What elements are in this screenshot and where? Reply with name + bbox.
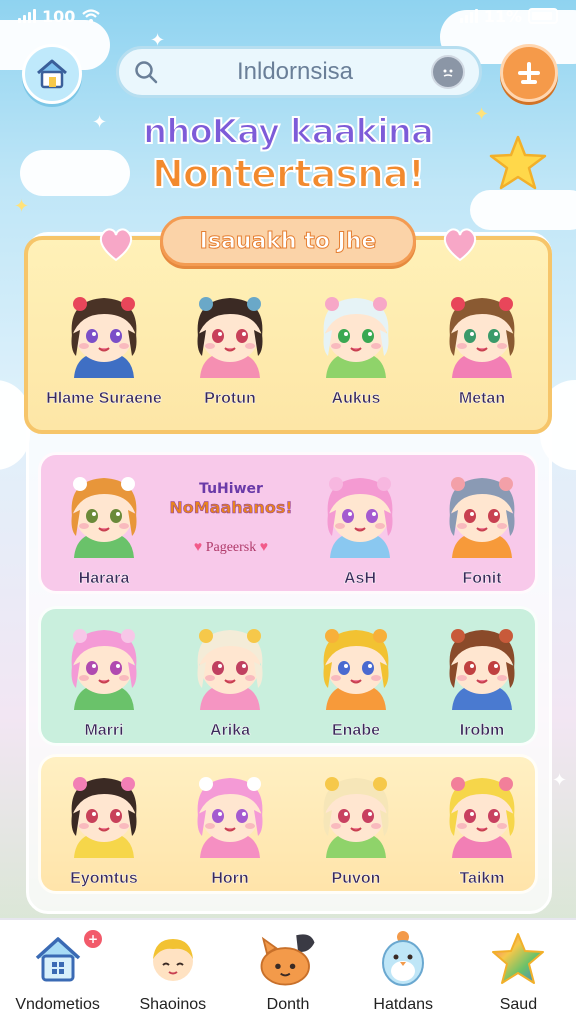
character-name: Harara <box>78 570 130 588</box>
character-avatar <box>197 629 263 710</box>
character-name: Aukus <box>331 390 381 408</box>
character-avatar <box>449 297 515 378</box>
character-card[interactable]: Metan <box>424 280 540 420</box>
sparkle-icon: ✦ <box>552 770 568 791</box>
signal-icon <box>459 9 478 23</box>
character-name: Arika <box>209 722 251 740</box>
signal-icon <box>18 9 36 23</box>
character-card[interactable]: Horn <box>172 760 288 900</box>
character-avatar <box>71 777 137 858</box>
character-card[interactable]: Protun <box>172 280 288 420</box>
character-avatar <box>71 477 137 558</box>
sparkle-icon: ✦ <box>14 196 30 217</box>
nav-label: Hatdans <box>373 996 433 1013</box>
heart-icon: ♥ <box>259 540 269 555</box>
section-header-button[interactable]: Isauakh to Jhe <box>160 216 416 266</box>
character-card[interactable]: Fonit <box>424 460 540 600</box>
character-card[interactable]: Puvon <box>298 760 414 900</box>
character-card[interactable]: Marri <box>46 612 162 752</box>
app-title: nhoKay kaakina Nontertasna! <box>120 111 456 208</box>
search-bar[interactable]: Inldornsisa <box>116 46 482 98</box>
add-button[interactable] <box>500 44 558 102</box>
wifi-icon <box>82 9 101 23</box>
nav-item-saved[interactable]: Saud <box>461 920 576 1024</box>
character-avatar <box>71 629 137 710</box>
character-name: Marri <box>84 722 124 740</box>
promo-title-line-1: TuHiwer <box>199 481 263 497</box>
bird-figure-icon <box>371 928 435 990</box>
battery-icon <box>528 8 558 24</box>
character-name: Irobm <box>459 722 505 740</box>
character-card[interactable]: AsH <box>302 460 418 600</box>
heart-icon <box>99 228 133 262</box>
star-icon <box>489 135 547 190</box>
home-icon <box>26 928 90 990</box>
character-avatar <box>323 629 389 710</box>
character-avatar <box>449 477 515 558</box>
nav-item-center[interactable]: Donth <box>230 920 345 1024</box>
character-card[interactable]: Enabe <box>298 612 414 752</box>
character-name: Horn <box>211 870 249 888</box>
nav-item-figures[interactable]: Hatdans <box>346 920 461 1024</box>
bottom-navigation: + Vndometios Shaoinos Donth Hatdans Saud <box>0 918 576 1024</box>
sparkle-icon: ✦ <box>92 112 108 133</box>
status-right-text: 11% <box>483 6 522 26</box>
rainbow-star-icon <box>486 928 550 990</box>
character-card[interactable]: Irobm <box>424 612 540 752</box>
notification-badge: + <box>84 930 102 948</box>
promo-subtitle-text: Pageersk <box>205 540 257 555</box>
search-input[interactable]: Inldornsisa <box>169 58 421 86</box>
status-left-text: 100 <box>42 6 76 26</box>
nav-label: Shaoinos <box>139 996 207 1013</box>
character-avatar <box>449 629 515 710</box>
character-name: Enabe <box>331 722 381 740</box>
character-avatar <box>323 777 389 858</box>
status-bar: 100 11% <box>0 0 576 32</box>
character-name: Puvon <box>331 870 381 888</box>
nav-label: Donth <box>266 996 310 1013</box>
character-card[interactable]: Taikm <box>424 760 540 900</box>
character-name: Protun <box>204 390 256 408</box>
nav-label: Vndometios <box>15 996 100 1013</box>
heart-icon: ♥ <box>193 540 203 555</box>
character-face-icon <box>141 928 205 990</box>
character-avatar <box>197 297 263 378</box>
nav-label: Saud <box>499 996 538 1013</box>
character-avatar <box>449 777 515 858</box>
character-name: Taikm <box>459 870 505 888</box>
heart-icon <box>443 228 477 262</box>
character-name: Hlame Suraene <box>46 390 162 408</box>
character-avatar <box>197 777 263 858</box>
mascot-icon <box>256 928 320 990</box>
nav-item-home[interactable]: + Vndometios <box>0 920 115 1024</box>
character-name: AsH <box>343 570 377 588</box>
title-line-1: nhoKay kaakina <box>142 111 435 153</box>
nav-item-characters[interactable]: Shaoinos <box>115 920 230 1024</box>
sparkle-icon: ✦ <box>474 104 490 125</box>
character-avatar <box>71 297 137 378</box>
promo-banner[interactable]: TuHiwer NoMaahanos! ♥ Pageersk ♥ <box>156 466 306 586</box>
plus-icon <box>518 62 540 84</box>
title-line-2: Nontertasna! <box>151 151 426 197</box>
character-avatar <box>323 297 389 378</box>
voice-search-icon[interactable] <box>431 55 465 89</box>
home-button[interactable] <box>22 44 82 104</box>
character-card[interactable]: Eyomtus <box>46 760 162 900</box>
character-name: Metan <box>458 390 506 408</box>
search-icon <box>135 61 158 84</box>
promo-subtitle: ♥ Pageersk ♥ <box>156 540 306 556</box>
character-avatar <box>327 477 393 558</box>
character-card[interactable]: Harara <box>46 460 162 600</box>
character-name: Eyomtus <box>70 870 138 888</box>
promo-title-line-2: NoMaahanos! <box>169 498 293 518</box>
character-card[interactable]: Arika <box>172 612 288 752</box>
character-card[interactable]: Aukus <box>298 280 414 420</box>
house-icon <box>37 59 67 89</box>
character-card[interactable]: Hlame Suraene <box>46 280 162 420</box>
character-name: Fonit <box>462 570 502 588</box>
